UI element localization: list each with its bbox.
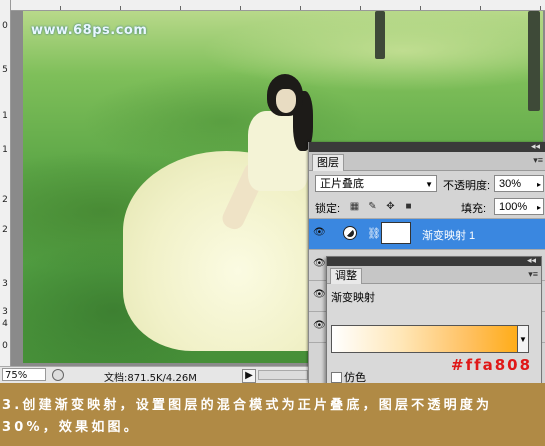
- eye-icon[interactable]: 👁: [313, 228, 326, 238]
- fill-field[interactable]: 100% ▸: [494, 198, 544, 215]
- dither-checkbox[interactable]: [331, 372, 342, 383]
- lock-all-icon[interactable]: ■: [403, 201, 414, 212]
- tab-layers[interactable]: 图层: [312, 154, 344, 171]
- opacity-label: 不透明度:: [443, 180, 491, 192]
- eye-icon[interactable]: 👁: [313, 290, 326, 300]
- face: [276, 89, 296, 113]
- panel-title-bar[interactable]: ◂◂: [309, 141, 545, 152]
- link-icon[interactable]: ⛓: [367, 227, 381, 240]
- lock-transparent-icon[interactable]: ▦: [349, 201, 360, 212]
- panel-menu-icon[interactable]: ▾≡: [528, 269, 538, 280]
- lock-move-icon[interactable]: ✥: [385, 201, 396, 212]
- collapse-icon[interactable]: ◂◂: [527, 255, 536, 266]
- chevron-down-icon[interactable]: ▼: [517, 325, 529, 353]
- tree-trunk: [528, 11, 540, 111]
- tab-adjustments[interactable]: 调整: [330, 268, 362, 284]
- collapse-icon[interactable]: ◂◂: [531, 141, 540, 152]
- blend-mode-value: 正片叠底: [320, 178, 364, 190]
- lock-row: 锁定: ▦ ✎ ✥ ■ 填充: 100% ▸: [309, 196, 545, 219]
- tree-trunk: [375, 11, 385, 59]
- vertical-ruler: 0 5 1 1 2 2 3 3 4 0: [0, 0, 11, 366]
- ruler-tick: 5: [2, 65, 8, 75]
- horizontal-ruler: [0, 0, 545, 11]
- layer-mask-thumbnail[interactable]: [381, 222, 411, 244]
- lock-paint-icon[interactable]: ✎: [367, 201, 378, 212]
- document-size-info: 文档:871.5K/4.26M: [104, 373, 197, 384]
- chevron-down-icon: ▼: [425, 180, 433, 189]
- navigator-icon[interactable]: [52, 369, 64, 381]
- panel-title-bar[interactable]: ◂◂: [327, 255, 541, 266]
- layer-row-gradient-map[interactable]: 👁 ⛓ 渐变映射 1: [309, 219, 545, 250]
- play-icon[interactable]: ▶: [242, 369, 256, 383]
- panel-menu-icon[interactable]: ▾≡: [533, 155, 543, 166]
- horizontal-scrollbar[interactable]: [258, 370, 308, 380]
- layers-tab-row: 图层 ▾≡: [309, 152, 545, 171]
- blend-row: 正片叠底 ▼ 不透明度: 30% ▸: [309, 171, 545, 196]
- eye-icon[interactable]: 👁: [313, 321, 326, 331]
- tab-adjustments-label: 调整: [335, 270, 357, 282]
- opacity-value: 30%: [499, 178, 522, 190]
- gradient-preview[interactable]: [331, 325, 529, 353]
- opacity-field[interactable]: 30% ▸: [494, 175, 544, 192]
- zoom-level-field[interactable]: 75%: [2, 368, 46, 381]
- layer-name[interactable]: 渐变映射 1: [422, 227, 475, 243]
- ruler-tick: 0: [2, 21, 8, 31]
- fill-label: 填充:: [461, 203, 487, 215]
- adjustments-tab-row: 调整 ▾≡: [327, 266, 541, 284]
- ruler-tick: 3: [2, 307, 8, 317]
- chevron-right-icon[interactable]: ▸: [537, 176, 541, 193]
- ruler-tick: 0: [2, 341, 8, 351]
- ruler-tick: 4: [2, 319, 8, 329]
- adjustment-layer-icon: [343, 226, 357, 240]
- hex-color-annotation: #ffa808: [451, 356, 533, 374]
- ruler-tick: 2: [2, 225, 8, 235]
- lock-label: 锁定:: [315, 203, 341, 215]
- ruler-tick: 3: [2, 279, 8, 289]
- ruler-tick: 2: [2, 195, 8, 205]
- caption-text: 3.创建渐变映射，设置图层的混合模式为正片叠底，图层不透明度为30%，效果如图。: [2, 398, 493, 435]
- chevron-right-icon[interactable]: ▸: [537, 199, 541, 216]
- adjustment-title: 渐变映射: [331, 292, 375, 304]
- ruler-tick: 1: [2, 111, 8, 121]
- fill-value: 100%: [499, 201, 528, 213]
- eye-icon[interactable]: 👁: [313, 259, 326, 269]
- watermark: www.68ps.com: [31, 23, 148, 38]
- tab-layers-label: 图层: [317, 157, 339, 169]
- ruler-tick: 1: [2, 145, 8, 155]
- caption-band: 3.创建渐变映射，设置图层的混合模式为正片叠底，图层不透明度为30%，效果如图。: [0, 383, 545, 446]
- blend-mode-select[interactable]: 正片叠底 ▼: [315, 175, 437, 192]
